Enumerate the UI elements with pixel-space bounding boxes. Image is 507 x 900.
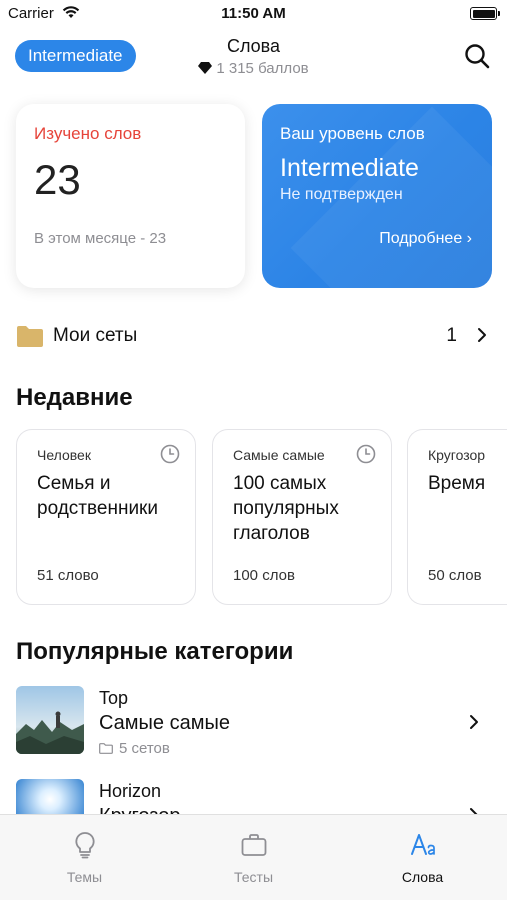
chevron-right-icon (470, 715, 478, 729)
level-caption: Ваш уровень слов (280, 124, 425, 143)
recent-count: 50 слов (428, 567, 482, 584)
chevron-right-icon (478, 328, 486, 342)
recent-card[interactable]: Кругозор Время 50 слов (407, 429, 507, 605)
my-sets-count: 1 (446, 325, 457, 346)
page-title: Слова (226, 36, 281, 56)
my-sets-row[interactable]: Мои сеты 1 (0, 316, 507, 360)
status-bar: Carrier 11:50 AM (0, 0, 507, 28)
category-tag: Top (99, 688, 129, 708)
category-set-count: 5 сетов (119, 740, 170, 757)
clock-icon (356, 444, 376, 464)
recent-card[interactable]: Человек Семья и родственники 51 слово (16, 429, 196, 605)
status-time: 11:50 AM (221, 5, 286, 22)
level-name: Intermediate (280, 154, 419, 182)
tab-words[interactable]: Слова (338, 815, 507, 900)
search-icon[interactable] (463, 42, 491, 70)
word-level-card[interactable]: Ваш уровень слов Intermediate Не подтвер… (262, 104, 492, 288)
tab-label: Темы (66, 869, 103, 885)
recent-count: 100 слов (233, 567, 295, 584)
learned-month: В этом месяце - 23 (34, 230, 167, 247)
tab-label: Тесты (233, 869, 274, 885)
tab-label: Слова (401, 869, 444, 885)
category-thumbnail (16, 779, 84, 814)
level-status: Не подтвержден (280, 186, 403, 203)
folder-icon (17, 326, 43, 347)
tab-tests[interactable]: Тесты (169, 815, 338, 900)
recent-count: 51 слово (37, 567, 99, 584)
learned-count: 23 (34, 156, 81, 203)
category-thumbnail (16, 686, 84, 754)
more-link[interactable]: Подробнее › (379, 230, 472, 248)
learned-title: Изучено слов (34, 124, 142, 143)
briefcase-icon (241, 834, 267, 856)
diamond-icon (198, 62, 213, 74)
recent-card[interactable]: Самые самые 100 самых популярных глаголо… (212, 429, 392, 605)
category-meta: 5 сетов (99, 740, 170, 757)
category-name: Самые самые (99, 712, 230, 734)
folder-outline-icon (99, 743, 113, 754)
recent-category: Самые самые (233, 447, 325, 463)
battery-icon (470, 7, 500, 20)
my-sets-label: Мои сеты (53, 325, 138, 346)
popular-section-title: Популярные категории (16, 638, 294, 665)
tab-bar: Темы Тесты Слова (0, 814, 507, 900)
points-label: 1 315 баллов (0, 60, 507, 77)
category-list-item[interactable]: Horizon Кругозор (0, 779, 507, 814)
category-name: Кругозор (99, 805, 181, 814)
recent-title: Время (428, 473, 486, 494)
points-value: 1 315 баллов (216, 60, 309, 77)
category-list-item[interactable]: Top Самые самые 5 сетов (0, 686, 507, 766)
recent-title: Семья и родственники (37, 473, 158, 519)
recent-category: Человек (37, 447, 91, 463)
recent-category: Кругозор (428, 447, 486, 463)
text-size-icon (411, 834, 435, 855)
recent-title: 100 самых популярных глаголов (233, 473, 339, 544)
clock-icon (160, 444, 180, 464)
recent-section-title: Недавние (16, 384, 133, 411)
lightbulb-icon (75, 832, 95, 859)
learned-words-card[interactable]: Изучено слов 23 В этом месяце - 23 (16, 104, 245, 288)
category-tag: Horizon (99, 781, 162, 801)
chevron-right-icon (470, 808, 478, 814)
tab-topics[interactable]: Темы (0, 815, 169, 900)
